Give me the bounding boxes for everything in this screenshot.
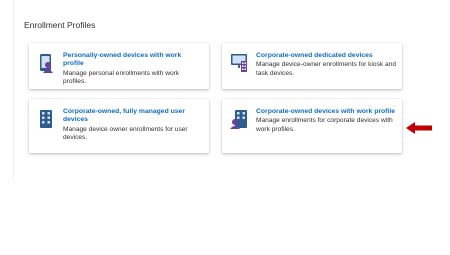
card-title: Corporate-owned devices with work profil… — [256, 108, 395, 115]
card-title: Corporate-owned dedicated devices — [256, 52, 373, 59]
card-corporate-owned-dedicated[interactable]: Corporate-owned dedicated devices Manage… — [222, 43, 402, 89]
card-title: Corporate-owned, fully managed user devi… — [63, 108, 185, 124]
card-description: Manage device owner enrollments for user… — [63, 125, 188, 142]
card-text: Corporate-owned, fully managed user devi… — [63, 108, 203, 143]
fully-managed-device-icon — [37, 109, 55, 129]
card-text: Corporate-owned dedicated devices Manage… — [256, 52, 396, 78]
card-corporate-owned-work-profile[interactable]: Corporate-owned devices with work profil… — [222, 99, 402, 153]
card-personally-owned-work-profile[interactable]: Personally-owned devices with work profi… — [29, 43, 209, 89]
personal-device-icon — [37, 53, 55, 73]
left-divider — [13, 0, 14, 180]
card-text: Corporate-owned devices with work profil… — [256, 108, 396, 134]
card-corporate-owned-fully-managed[interactable]: Corporate-owned, fully managed user devi… — [29, 99, 209, 153]
enrollment-profiles-page: Enrollment Profiles Personally-owned dev… — [0, 0, 450, 255]
card-title: Personally-owned devices with work profi… — [63, 52, 182, 68]
card-description: Manage enrollments for corporate devices… — [256, 117, 393, 133]
card-description: Manage device-owner enrollments for kios… — [256, 61, 397, 77]
card-description: Manage personal enrollments with work pr… — [63, 69, 180, 86]
arrow-left-icon — [406, 121, 432, 134]
card-text: Personally-owned devices with work profi… — [63, 52, 203, 87]
page-title: Enrollment Profiles — [24, 20, 96, 30]
corporate-work-profile-icon — [230, 109, 248, 129]
dedicated-device-icon — [230, 53, 248, 73]
